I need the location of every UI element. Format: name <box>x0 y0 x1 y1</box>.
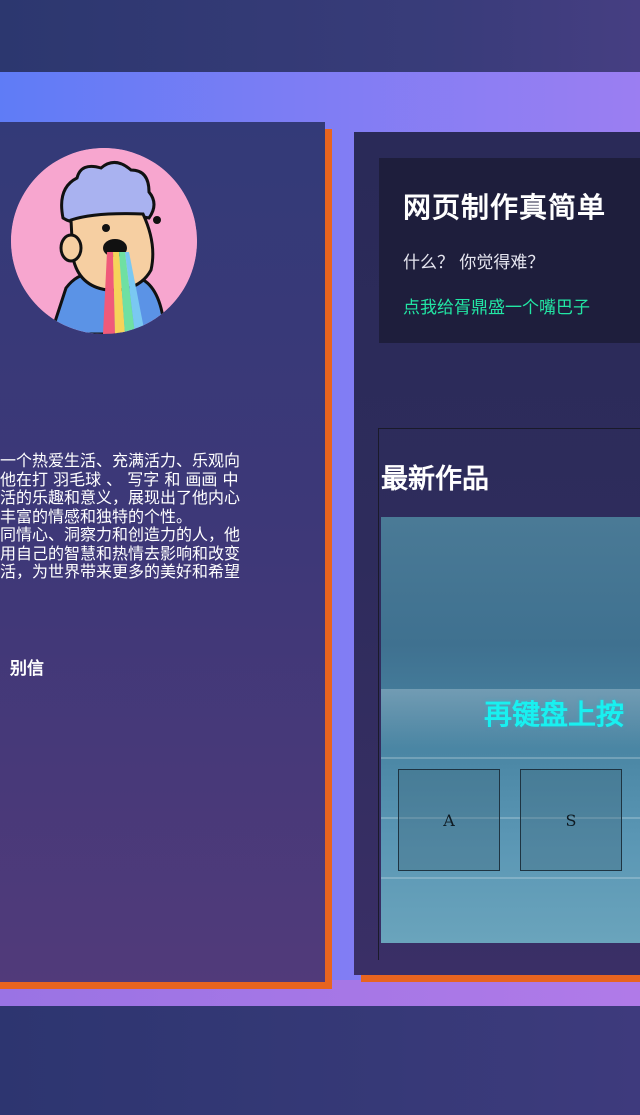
latest-works-section: 最新作品 再键盘上按 A S <box>378 428 640 960</box>
avatar[interactable] <box>11 148 197 334</box>
bio-line: 他在打 羽毛球 、 写字 和 画画 中 <box>0 469 239 489</box>
avatar-illustration <box>11 148 197 334</box>
bio-text: 一个热爱生活、充满活力、乐观向 他在打 羽毛球 、 写字 和 画画 中 活的乐趣… <box>0 452 300 582</box>
intro-subtitle: 什么？ 你觉得难？ <box>403 253 545 273</box>
works-title: 最新作品 <box>381 464 489 495</box>
bio-line: 活，为世界带来更多的美好和希望 <box>0 562 241 581</box>
intro-title: 网页制作真简单 <box>403 191 607 224</box>
preview-text: 再键盘上按 <box>484 698 625 731</box>
bio-line: 一个热爱生活、充满活力、乐观向 <box>0 452 241 470</box>
wave-line <box>381 877 640 879</box>
background-band-bottom <box>0 980 640 1007</box>
works-preview[interactable]: 再键盘上按 A S <box>381 517 640 943</box>
profile-card: 一个热爱生活、充满活力、乐观向 他在打 羽毛球 、 写字 和 画画 中 活的乐趣… <box>0 122 325 982</box>
bottom-bar <box>0 1006 640 1115</box>
wave-line <box>381 757 640 759</box>
intro-box: 网页制作真简单 什么？ 你觉得难？ 点我给胥鼎盛一个嘴巴子 <box>379 158 640 343</box>
bio-line: 用自己的智慧和热情去影响和改变 <box>0 543 241 563</box>
bio-line: 活的乐趣和意义，展现出了他内心 <box>0 488 241 507</box>
key-a[interactable]: A <box>398 769 500 871</box>
bio-line: 同情心、洞察力和创造力的人，他 <box>0 525 241 544</box>
signature: 别信 <box>10 659 44 679</box>
content-card: 网页制作真简单 什么？ 你觉得难？ 点我给胥鼎盛一个嘴巴子 最新作品 再键盘上按… <box>354 132 640 975</box>
top-bar <box>0 0 640 72</box>
intro-link[interactable]: 点我给胥鼎盛一个嘴巴子 <box>403 293 640 318</box>
bio-line: 丰富的情感和独特的个性。 <box>0 506 193 526</box>
key-s[interactable]: S <box>520 769 622 871</box>
